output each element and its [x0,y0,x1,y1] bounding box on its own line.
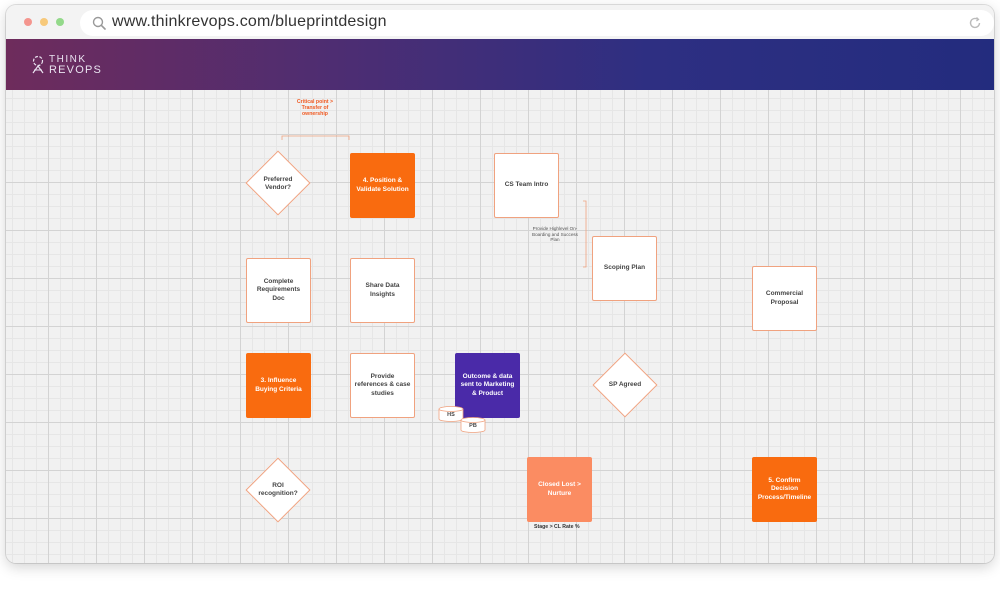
sp-agreed-label: SP Agreed [608,380,642,388]
browser-titlebar: www.thinkrevops.com/blueprintdesign [6,5,994,39]
logo-mark-icon [32,55,44,74]
influence-buying-criteria-node[interactable]: 3. Influence Buying Criteria [246,353,311,418]
scoping-plan-node[interactable]: Scoping Plan [592,236,657,301]
outcome-data-node[interactable]: Outcome & data sent to Marketing & Produ… [455,353,520,418]
maximize-window-dot[interactable] [56,18,64,26]
complete-requirements-node[interactable]: Complete Requirements Doc [246,258,311,323]
position-validate-node[interactable]: 4. Position & Validate Solution [350,153,415,218]
critical-point-note: Critical point > Transfer of ownership [296,99,334,118]
stage-cl-rate-label: Stage > CL Rate % [534,524,580,530]
reload-icon[interactable] [968,16,982,30]
commercial-proposal-node[interactable]: Commercial Proposal [752,266,817,331]
cs-team-intro-node[interactable]: CS Team Intro [494,153,559,218]
search-icon [92,16,106,30]
closed-lost-nurture-node[interactable]: Closed Lost > Nurture [527,457,592,522]
site-header: THINK REVOPS [6,39,994,90]
url-text: www.thinkrevops.com/blueprintdesign [112,13,387,30]
minimize-window-dot[interactable] [40,18,48,26]
browser-window: www.thinkrevops.com/blueprintdesign THIN… [6,5,994,563]
confirm-decision-node[interactable]: 5. Confirm Decision Process/Timeline [752,457,817,522]
provide-references-node[interactable]: Provide references & case studies [350,353,415,418]
pb-label: PB [469,423,477,429]
onboarding-note: Provide Highlevel On-Boarding and Succes… [532,226,578,242]
blueprint-canvas: Critical point > Transfer of ownership P… [6,90,994,563]
preferred-vendor-label: Preferred Vendor? [263,175,293,191]
share-data-insights-node[interactable]: Share Data Insights [350,258,415,323]
logo-text-revops: REVOPS [49,64,103,76]
think-revops-logo[interactable]: THINK REVOPS [30,53,110,79]
address-bar[interactable]: www.thinkrevops.com/blueprintdesign [80,10,994,36]
close-window-dot[interactable] [24,18,32,26]
roi-recognition-label: ROI recognition? [258,481,298,497]
pb-database-icon[interactable]: PB [460,417,486,433]
